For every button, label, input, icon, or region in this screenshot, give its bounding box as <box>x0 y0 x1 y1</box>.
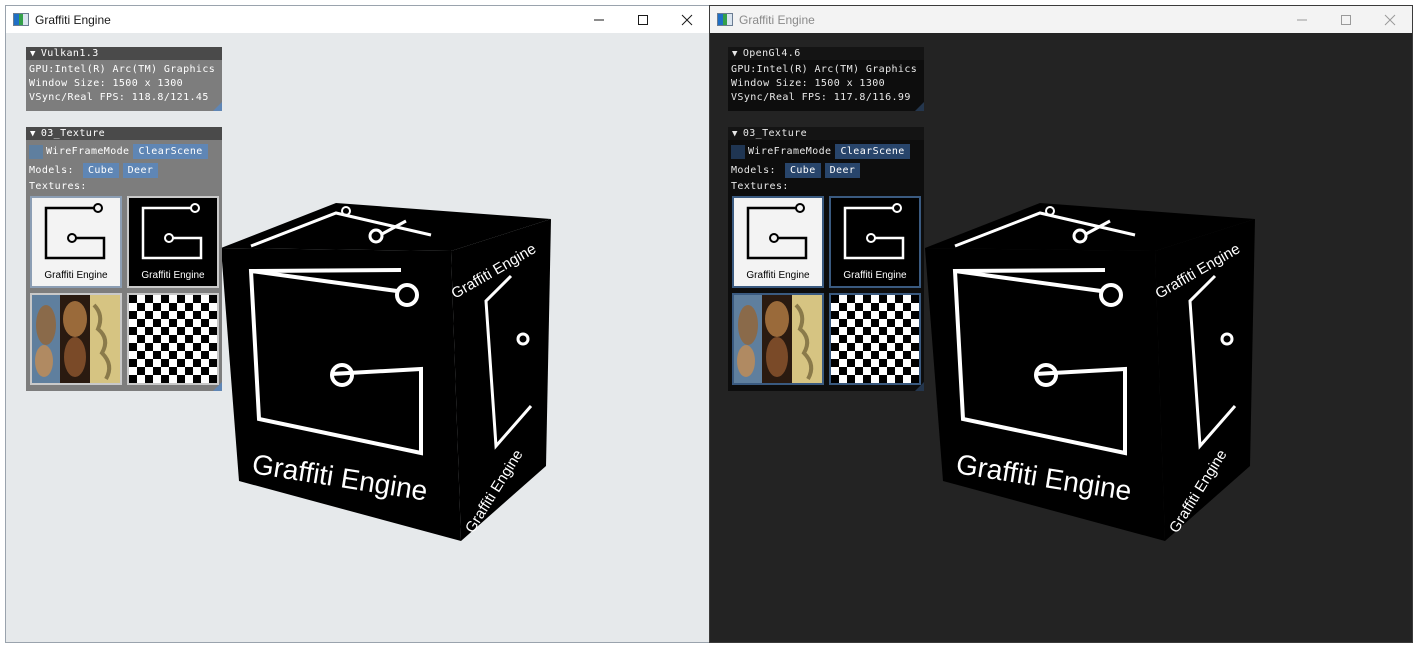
texture-panel[interactable]: ▼ 03_Texture WireFrameMode ClearScene Mo… <box>728 127 924 391</box>
texture-graffiti-dark[interactable]: Graffiti Engine <box>127 196 219 288</box>
textured-cube: Graffiti Engine Graffiti Engine Graffiti… <box>925 203 1255 541</box>
info-panel[interactable]: ▼ OpenGl4.6 GPU:Intel(R) Arc(TM) Graphic… <box>728 47 924 111</box>
triangle-down-icon[interactable]: ▼ <box>30 127 36 141</box>
window-title: Graffiti Engine <box>35 12 111 27</box>
deer-texture-icon <box>734 295 822 383</box>
texture-deer-atlas[interactable] <box>30 293 122 385</box>
minimize-icon <box>1297 19 1307 20</box>
info-panel-header[interactable]: ▼ Vulkan1.3 <box>26 47 222 60</box>
resize-grip[interactable] <box>213 102 222 111</box>
wireframe-checkbox[interactable] <box>29 144 43 159</box>
checkerboard-icon <box>831 295 919 383</box>
models-label: Models: <box>29 164 74 176</box>
texture-caption: Graffiti Engine <box>843 270 907 281</box>
gpu-info: GPU:Intel(R) Arc(TM) Graphics <box>731 64 918 75</box>
deer-model-button[interactable]: Deer <box>824 163 861 178</box>
deer-texture-icon <box>32 295 120 383</box>
texture-graffiti-light[interactable]: Graffiti Engine <box>30 196 122 288</box>
minimize-button[interactable] <box>577 6 621 33</box>
window-title: Graffiti Engine <box>739 12 815 27</box>
texture-panel-header[interactable]: ▼ 03_Texture <box>728 127 924 140</box>
close-button[interactable] <box>665 6 709 33</box>
texture-deer-atlas[interactable] <box>732 293 824 385</box>
wireframe-label: WireFrameMode <box>46 145 130 157</box>
info-panel[interactable]: ▼ Vulkan1.3 GPU:Intel(R) Arc(TM) Graphic… <box>26 47 222 111</box>
triangle-down-icon[interactable]: ▼ <box>30 47 36 61</box>
texture-caption: Graffiti Engine <box>746 270 810 281</box>
info-panel-header[interactable]: ▼ OpenGl4.6 <box>728 47 924 60</box>
wireframe-label: WireFrameMode <box>748 145 832 157</box>
render-viewport[interactable]: Graffiti Engine Graffiti Engine Graffiti… <box>710 33 1412 642</box>
api-version: Vulkan1.3 <box>40 47 99 59</box>
cube-model-button[interactable]: Cube <box>784 163 821 178</box>
maximize-button[interactable] <box>621 6 665 33</box>
resize-grip[interactable] <box>213 382 222 391</box>
cube-model-button[interactable]: Cube <box>82 163 119 178</box>
app-icon <box>717 13 733 26</box>
close-icon <box>681 14 693 25</box>
wireframe-checkbox[interactable] <box>731 144 745 159</box>
models-label: Models: <box>731 164 776 176</box>
maximize-button[interactable] <box>1324 6 1368 33</box>
fps-info: VSync/Real FPS: 117.8/116.99 <box>731 92 911 103</box>
checkerboard-icon <box>129 295 217 383</box>
title-bar[interactable]: Graffiti Engine <box>6 6 709 33</box>
textured-cube: Graffiti Engine Graffiti Engine Graffiti… <box>221 203 551 541</box>
deer-model-button[interactable]: Deer <box>122 163 159 178</box>
texture-checkerboard[interactable] <box>127 293 219 385</box>
texture-caption: Graffiti Engine <box>44 270 108 281</box>
gpu-info: GPU:Intel(R) Arc(TM) Graphics <box>29 64 216 75</box>
clear-scene-button[interactable]: ClearScene <box>133 144 208 159</box>
window-size-info: Window Size: 1500 x 1300 <box>731 78 886 89</box>
app-icon <box>13 13 29 26</box>
render-viewport[interactable]: Graffiti Engine Graffiti Engine Graffiti… <box>6 33 709 642</box>
resize-grip[interactable] <box>915 382 924 391</box>
texture-graffiti-light[interactable]: Graffiti Engine <box>732 196 824 288</box>
window-size-info: Window Size: 1500 x 1300 <box>29 78 184 89</box>
opengl-window: Graffiti Engine Graffiti Engine Graffiti… <box>709 5 1413 643</box>
minimize-button[interactable] <box>1280 6 1324 33</box>
resize-grip[interactable] <box>915 102 924 111</box>
clear-scene-button[interactable]: ClearScene <box>835 144 910 159</box>
texture-graffiti-dark[interactable]: Graffiti Engine <box>829 196 921 288</box>
textures-label: Textures: <box>29 181 87 192</box>
maximize-icon <box>638 14 648 25</box>
texture-panel[interactable]: ▼ 03_Texture WireFrameMode ClearScene Mo… <box>26 127 222 391</box>
texture-checkerboard[interactable] <box>829 293 921 385</box>
title-bar[interactable]: Graffiti Engine <box>710 6 1412 33</box>
texture-panel-title: 03_Texture <box>742 127 808 139</box>
close-icon <box>1384 14 1396 25</box>
texture-caption: Graffiti Engine <box>141 270 205 281</box>
texture-panel-title: 03_Texture <box>40 127 106 139</box>
triangle-down-icon[interactable]: ▼ <box>732 47 738 61</box>
api-version: OpenGl4.6 <box>742 47 801 59</box>
triangle-down-icon[interactable]: ▼ <box>732 127 738 141</box>
minimize-icon <box>594 19 604 20</box>
textures-label: Textures: <box>731 181 789 192</box>
texture-panel-header[interactable]: ▼ 03_Texture <box>26 127 222 140</box>
close-button[interactable] <box>1368 6 1412 33</box>
fps-info: VSync/Real FPS: 118.8/121.45 <box>29 92 209 103</box>
vulkan-window: Graffiti Engine Graffiti Engine Graffiti… <box>5 5 710 643</box>
maximize-icon <box>1341 14 1351 25</box>
